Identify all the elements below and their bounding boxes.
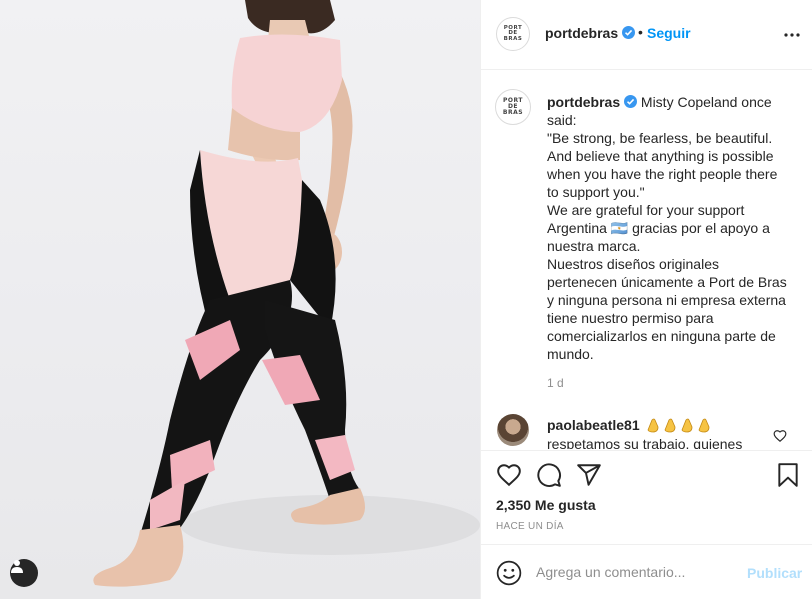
share-icon[interactable]	[576, 462, 602, 488]
commenter-username-text: paolabeatle81	[547, 417, 640, 433]
caption-line: Argentina 🇦🇷 gracias por el apoyo a	[547, 220, 770, 236]
caption-line: mundo.	[547, 346, 594, 362]
caption-text: portdebras Misty Copeland once said: "Be…	[547, 93, 802, 363]
post-details-panel: PORT DE BRAS portdebras • Seguir PORT DE…	[480, 0, 812, 599]
person-icon	[11, 560, 23, 573]
likes-count[interactable]: 2,350 Me gusta	[496, 497, 596, 513]
bookmark-icon[interactable]	[775, 462, 801, 488]
follow-button[interactable]: Seguir	[647, 25, 691, 41]
commenter-avatar[interactable]	[497, 414, 529, 446]
comments-section[interactable]: PORT DE BRAS portdebras Misty Copeland o…	[481, 71, 812, 449]
caption-line: pertenecen únicamente a Port de Bras	[547, 274, 787, 290]
post-date[interactable]: HACE UN DÍA	[496, 521, 564, 532]
caption-line: "Be strong, be fearless, be beautiful.	[547, 130, 773, 146]
caption-line: And believe that anything is possible	[547, 148, 774, 164]
avatar-logo-text: BRAS	[502, 109, 524, 116]
verified-badge-icon	[622, 26, 636, 39]
emoji-icon[interactable]	[496, 560, 522, 586]
author-username-text: portdebras	[545, 25, 619, 41]
publish-button[interactable]: Publicar	[747, 565, 802, 581]
comment-like-heart-icon[interactable]	[773, 429, 787, 443]
post-header: PORT DE BRAS portdebras • Seguir	[481, 0, 812, 70]
caption-timestamp[interactable]: 1 d	[547, 376, 564, 390]
comment-icon[interactable]	[536, 462, 562, 488]
comment-input[interactable]	[536, 559, 736, 585]
caption-line: We are grateful for your support	[547, 202, 745, 218]
caption-line: nuestra marca.	[547, 238, 641, 254]
model-illustration	[93, 0, 480, 587]
header-separator: •	[638, 24, 643, 40]
heart-icon[interactable]	[496, 462, 522, 488]
caption-avatar[interactable]: PORT DE BRAS	[495, 89, 531, 125]
comment-text: respetamos su trabajo, quienes	[547, 436, 743, 449]
more-options-icon[interactable]	[783, 26, 801, 44]
commenter-username[interactable]: paolabeatle81	[547, 417, 714, 433]
caption-line: Nuestros diseños originales	[547, 256, 719, 272]
post-photo[interactable]	[0, 0, 480, 599]
comment-composer: Publicar	[481, 544, 812, 599]
caption-line: to support you."	[547, 184, 645, 200]
comment-item: paolabeatle81 respetamos su trabajo, qui…	[481, 407, 812, 449]
caption-line: comercializarlos en ninguna parte de	[547, 328, 776, 344]
caption-line: y ninguna persona ni empresa externa	[547, 292, 786, 308]
tagged-user-button[interactable]	[10, 559, 38, 587]
avatar-logo-text: BRAS	[503, 35, 523, 42]
caption-line: when you have the right people there	[547, 166, 778, 182]
author-username[interactable]: portdebras	[545, 25, 636, 41]
verified-badge-icon	[624, 95, 638, 108]
clapping-hands-emoji-icon	[647, 418, 709, 433]
caption-username[interactable]: portdebras	[547, 94, 620, 110]
caption-line: tiene nuestro permiso para	[547, 310, 714, 326]
author-avatar[interactable]: PORT DE BRAS	[496, 17, 530, 51]
caption-first-line: portdebras Misty Copeland once said:	[547, 93, 802, 129]
post-actions: 2,350 Me gusta HACE UN DÍA	[481, 450, 812, 546]
